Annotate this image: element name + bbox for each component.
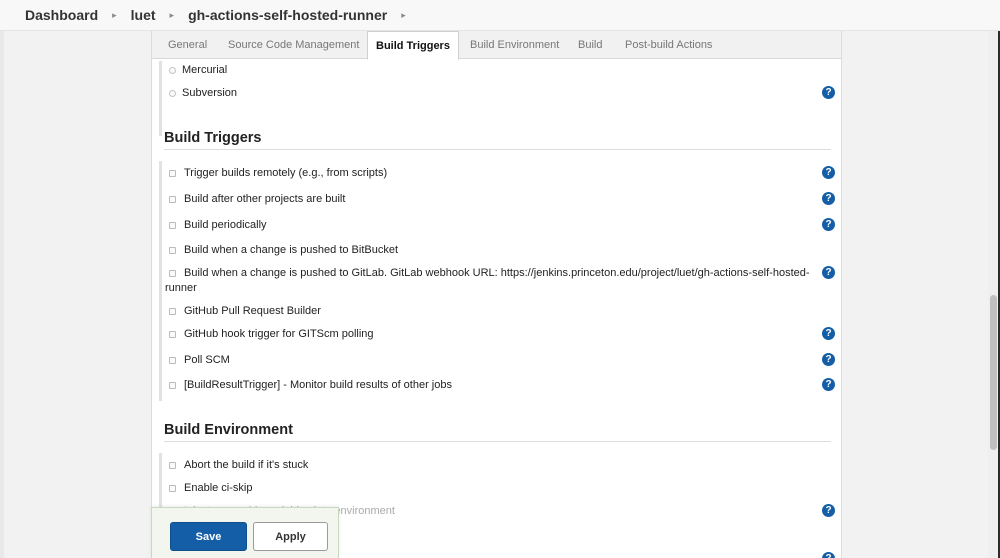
help-icon[interactable]: ?: [822, 166, 835, 179]
scm-option-mercurial[interactable]: Mercurial: [169, 64, 227, 76]
help-icon[interactable]: ?: [822, 218, 835, 231]
trigger-remote[interactable]: Trigger builds remotely (e.g., from scri…: [169, 167, 387, 179]
checkbox[interactable]: [169, 246, 176, 254]
checkbox[interactable]: [169, 195, 176, 203]
scrollbar-thumb[interactable]: [990, 295, 997, 450]
section-title-build-triggers: Build Triggers: [164, 130, 262, 146]
env-abort-if-stuck[interactable]: Abort the build if it's stuck: [169, 459, 308, 471]
trigger-github-hook[interactable]: GitHub hook trigger for GITScm polling: [169, 328, 374, 340]
tab-source-code-management[interactable]: Source Code Management: [220, 31, 367, 59]
checkbox[interactable]: [169, 269, 176, 277]
section-title-build-environment: Build Environment: [164, 422, 293, 438]
trigger-label-continued: runner: [165, 282, 197, 294]
scm-option-label: Subversion: [182, 87, 238, 99]
help-icon[interactable]: ?: [822, 504, 835, 517]
radio-button[interactable]: [169, 66, 176, 74]
checkbox[interactable]: [169, 221, 176, 229]
breadcrumb-dashboard[interactable]: Dashboard: [25, 7, 98, 23]
checkbox[interactable]: [169, 484, 176, 492]
checkbox[interactable]: [169, 356, 176, 364]
tab-post-build-actions[interactable]: Post-build Actions: [617, 31, 720, 59]
help-icon[interactable]: ?: [822, 552, 835, 558]
help-icon[interactable]: ?: [822, 192, 835, 205]
help-icon[interactable]: ?: [822, 378, 835, 391]
trigger-poll-scm[interactable]: Poll SCM: [169, 354, 230, 366]
tab-build-environment[interactable]: Build Environment: [462, 31, 567, 59]
tab-build-triggers[interactable]: Build Triggers: [367, 31, 459, 60]
chevron-right-icon[interactable]: ▸: [112, 10, 117, 21]
checkbox[interactable]: [169, 381, 176, 389]
checkbox[interactable]: [169, 307, 176, 315]
chevron-right-icon[interactable]: ▸: [401, 10, 406, 21]
trigger-label: Build after other projects are built: [184, 193, 346, 205]
section-indent-bar: [159, 61, 162, 136]
env-enable-ci-skip[interactable]: Enable ci-skip: [169, 482, 252, 494]
trigger-gitlab-wrap: runner: [165, 282, 197, 294]
trigger-gitlab[interactable]: Build when a change is pushed to GitLab.…: [169, 267, 810, 279]
trigger-label: Build when a change is pushed to BitBuck…: [184, 244, 399, 256]
trigger-label: Poll SCM: [184, 354, 230, 366]
trigger-label: Trigger builds remotely (e.g., from scri…: [184, 167, 388, 179]
help-icon[interactable]: ?: [822, 353, 835, 366]
env-label: Enable ci-skip: [184, 482, 253, 494]
checkbox[interactable]: [169, 330, 176, 338]
bottom-button-bar: Save Apply: [151, 507, 339, 558]
trigger-github-pr-builder[interactable]: GitHub Pull Request Builder: [169, 305, 321, 317]
breadcrumb-luet[interactable]: luet: [131, 7, 156, 23]
tab-build[interactable]: Build: [570, 31, 610, 59]
section-indent-bar: [159, 161, 162, 401]
save-button[interactable]: Save: [170, 522, 247, 551]
tab-bar: General Source Code Management Build Tri…: [152, 31, 841, 60]
divider: [164, 149, 831, 150]
breadcrumb: Dashboard ▸ luet ▸ gh-actions-self-hoste…: [0, 0, 1000, 31]
radio-button[interactable]: [169, 89, 176, 97]
trigger-label: GitHub Pull Request Builder: [184, 305, 321, 317]
breadcrumb-job[interactable]: gh-actions-self-hosted-runner: [188, 7, 387, 23]
scm-option-subversion[interactable]: Subversion: [169, 87, 237, 99]
trigger-label: Build periodically: [184, 219, 267, 231]
scm-option-label: Mercurial: [182, 64, 228, 76]
env-label: Abort the build if it's stuck: [184, 459, 309, 471]
apply-button[interactable]: Apply: [253, 522, 328, 551]
trigger-bitbucket[interactable]: Build when a change is pushed to BitBuck…: [169, 244, 398, 256]
trigger-label: Build when a change is pushed to GitLab.…: [184, 267, 810, 279]
left-gutter: [0, 31, 4, 558]
checkbox[interactable]: [169, 169, 176, 177]
trigger-after-other-projects[interactable]: Build after other projects are built: [169, 193, 345, 205]
trigger-build-result[interactable]: [BuildResultTrigger] - Monitor build res…: [169, 379, 452, 391]
help-icon[interactable]: ?: [822, 86, 835, 99]
help-icon[interactable]: ?: [822, 266, 835, 279]
tab-general[interactable]: General: [160, 31, 215, 59]
trigger-label: GitHub hook trigger for GITScm polling: [184, 328, 374, 340]
trigger-periodically[interactable]: Build periodically: [169, 219, 267, 231]
help-icon[interactable]: ?: [822, 327, 835, 340]
checkbox[interactable]: [169, 461, 176, 469]
chevron-right-icon[interactable]: ▸: [170, 10, 175, 21]
divider: [164, 441, 831, 442]
trigger-label: [BuildResultTrigger] - Monitor build res…: [184, 379, 452, 391]
config-panel: General Source Code Management Build Tri…: [151, 31, 842, 558]
